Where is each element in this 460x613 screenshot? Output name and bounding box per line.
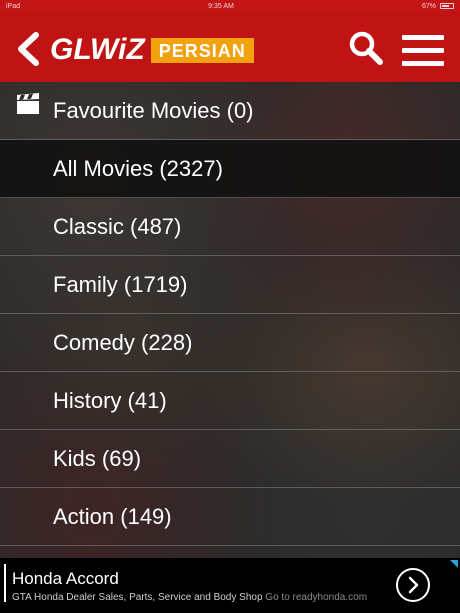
- list-item-favourite-movies[interactable]: Favourite Movies (0): [0, 82, 460, 140]
- menu-button[interactable]: [402, 35, 444, 67]
- battery-status: 67%: [422, 3, 454, 10]
- search-icon: [349, 31, 383, 65]
- language-badge: PERSIAN: [150, 37, 254, 63]
- ad-open-button[interactable]: [396, 568, 430, 602]
- battery-icon: [440, 3, 454, 9]
- ad-description: GTA Honda Dealer Sales, Parts, Service a…: [12, 592, 367, 603]
- ad-accent-bar: [4, 564, 6, 602]
- list-item-kids[interactable]: Kids (69): [0, 430, 460, 488]
- ad-choices-icon[interactable]: [450, 560, 458, 568]
- search-button[interactable]: [348, 30, 384, 66]
- list-item-label: Family (1719): [53, 271, 188, 297]
- list-item-history[interactable]: History (41): [0, 372, 460, 430]
- chevron-left-icon: [18, 32, 39, 66]
- list-item-label: Kids (69): [53, 445, 142, 471]
- ad-title: Honda Accord: [12, 569, 119, 588]
- chevron-right-icon: [408, 576, 419, 594]
- list-item-label: History (41): [53, 387, 167, 413]
- list-item-label: All Movies (2327): [53, 155, 223, 181]
- battery-percent: 67%: [421, 2, 436, 10]
- list-item-family[interactable]: Family (1719): [0, 256, 460, 314]
- logo-text: GLWiZ: [50, 33, 145, 66]
- ad-banner[interactable]: Honda Accord GTA Honda Dealer Sales, Par…: [0, 558, 460, 613]
- category-list: Favourite Movies (0) All Movies (2327) C…: [0, 82, 460, 558]
- list-item-classic[interactable]: Classic (487): [0, 198, 460, 256]
- ad-link[interactable]: Go to readyhonda.com: [265, 592, 367, 603]
- clock: 9:35 AM: [208, 2, 234, 10]
- hamburger-icon: [402, 35, 444, 40]
- list-item-all-movies[interactable]: All Movies (2327): [0, 140, 460, 198]
- list-item-label: Classic (487): [53, 213, 182, 239]
- list-item-label: Comedy (228): [53, 329, 193, 355]
- clapperboard-icon: [17, 93, 39, 114]
- list-item-action[interactable]: Action (149): [0, 488, 460, 546]
- carrier-label: iPad: [6, 2, 21, 10]
- list-item-label: Action (149): [53, 503, 172, 529]
- ad-description-text: GTA Honda Dealer Sales, Parts, Service a…: [12, 592, 263, 603]
- status-bar: iPad 9:35 AM 67%: [0, 0, 460, 12]
- list-item-comedy[interactable]: Comedy (228): [0, 314, 460, 372]
- app-logo: GLWiZ PERSIAN: [50, 33, 254, 66]
- back-button[interactable]: [14, 32, 42, 66]
- app-header: GLWiZ PERSIAN: [0, 12, 460, 82]
- list-item-label: Favourite Movies (0): [53, 97, 254, 123]
